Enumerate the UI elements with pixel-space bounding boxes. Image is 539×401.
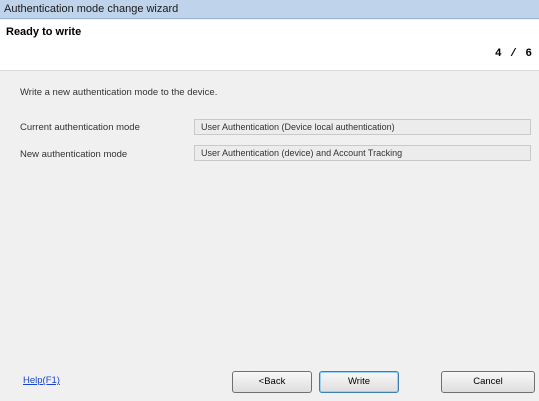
new-mode-value: User Authentication (device) and Account… — [194, 145, 531, 161]
intro-text: Write a new authentication mode to the d… — [20, 87, 218, 98]
window-title: Authentication mode change wizard — [0, 0, 539, 19]
page-title: Ready to write — [6, 26, 82, 38]
current-mode-label: Current authentication mode — [20, 122, 140, 133]
step-indicator: 4 / 6 — [494, 48, 533, 60]
new-mode-label: New authentication mode — [20, 149, 128, 160]
wizard-header: Ready to write 4 / 6 — [0, 20, 539, 71]
back-button[interactable]: <Back — [232, 371, 312, 393]
help-link[interactable]: Help(F1) — [23, 375, 60, 386]
cancel-button[interactable]: Cancel — [441, 371, 535, 393]
write-button[interactable]: Write — [319, 371, 399, 393]
current-mode-value: User Authentication (Device local authen… — [194, 119, 531, 135]
